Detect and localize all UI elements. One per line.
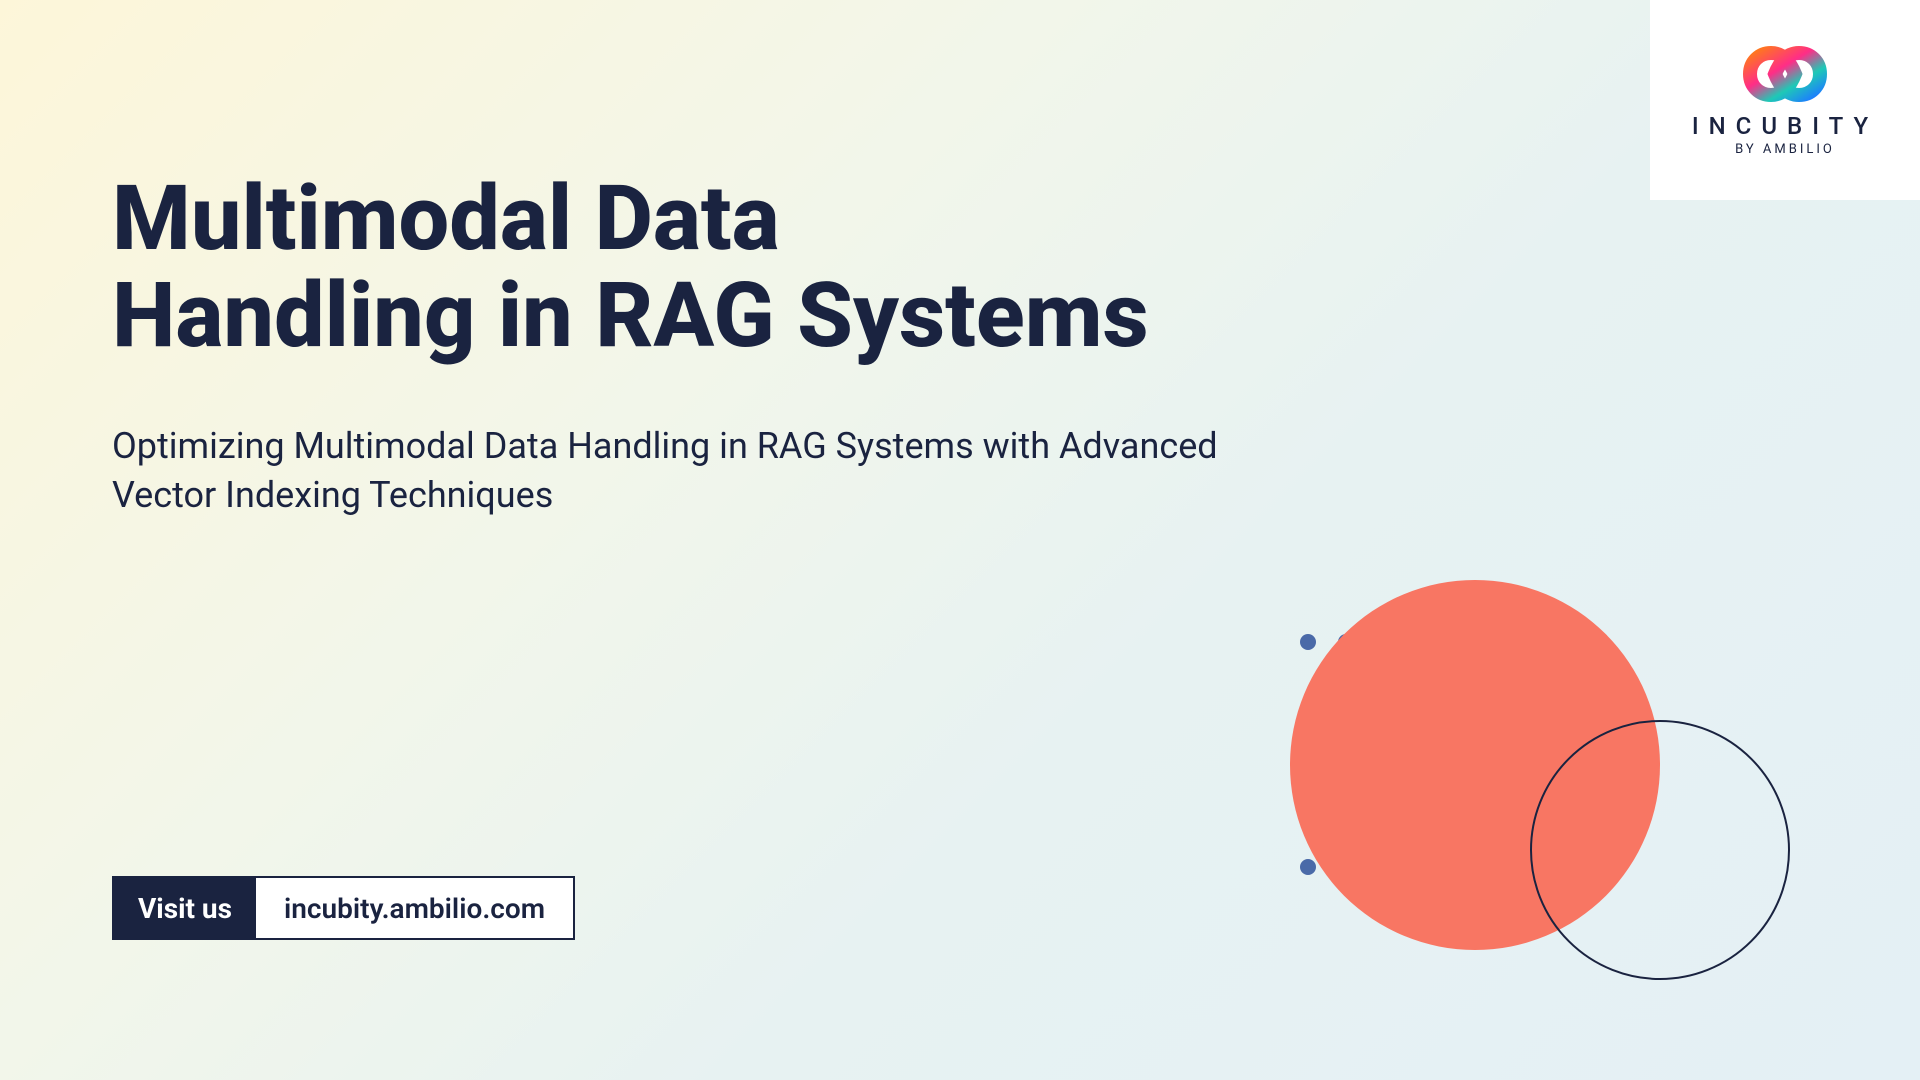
content-block: Multimodal Data Handling in RAG Systems … xyxy=(112,170,1312,520)
infinity-logo-icon xyxy=(1725,44,1845,104)
logo-card: INCUBITY BY AMBILIO xyxy=(1650,0,1920,200)
dot-icon xyxy=(1300,634,1316,650)
title-line-2: Handling in RAG Systems xyxy=(112,263,1149,368)
slide-subtitle: Optimizing Multimodal Data Handling in R… xyxy=(112,422,1312,519)
logo-byline: BY AMBILIO xyxy=(1735,142,1835,157)
logo-brand: INCUBITY xyxy=(1692,112,1878,140)
slide-title: Multimodal Data Handling in RAG Systems xyxy=(112,170,1312,364)
title-line-1: Multimodal Data xyxy=(112,166,780,271)
visit-us-url: incubity.ambilio.com xyxy=(256,878,573,938)
visit-us-label: Visit us xyxy=(114,878,256,938)
slide: INCUBITY BY AMBILIO Multimodal Data Hand… xyxy=(0,0,1920,1080)
visit-us-group[interactable]: Visit us incubity.ambilio.com xyxy=(112,876,575,940)
ring-circle-decoration xyxy=(1530,720,1790,980)
dot-icon xyxy=(1300,859,1316,875)
